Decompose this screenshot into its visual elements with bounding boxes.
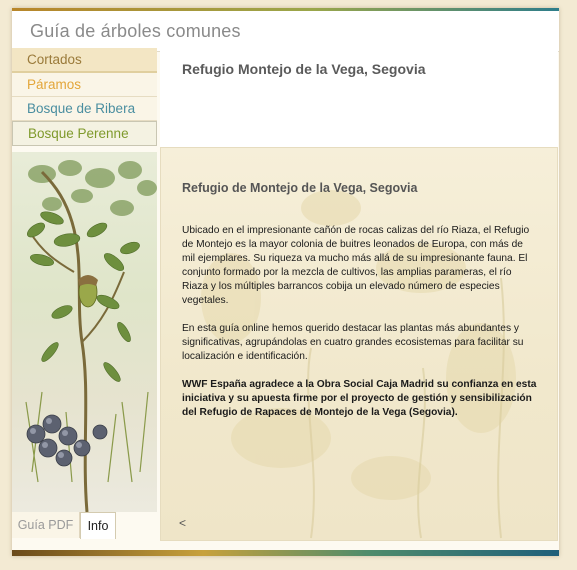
intro-paragraph: Ubicado en el impresionante cañón de roc… [182, 225, 530, 306]
page-title-panel: Refugio Montejo de la Vega, Segovia [160, 51, 558, 147]
app-header: Guía de árboles comunes [12, 11, 559, 52]
plant-illustration-icon [25, 160, 157, 512]
nav-item-paramos[interactable]: Páramos [12, 73, 157, 97]
ecosystem-nav: Cortados Páramos Bosque de Ribera Bosque… [12, 48, 157, 146]
nav-item-cortados[interactable]: Cortados [12, 48, 157, 73]
tab-info[interactable]: Info [80, 512, 116, 539]
botanical-illustration [12, 152, 157, 512]
nav-item-bosque-perenne[interactable]: Bosque Perenne [12, 121, 157, 146]
app-frame: Guía de árboles comunes Cortados Páramos… [12, 8, 559, 556]
content-panel: Refugio de Montejo de la Vega, Segovia U… [160, 147, 558, 541]
guide-paragraph: En esta guía online hemos querido destac… [182, 323, 524, 362]
nav-item-bosque-ribera[interactable]: Bosque de Ribera [12, 97, 157, 121]
app-title: Guía de árboles comunes [30, 21, 241, 41]
page-title: Refugio Montejo de la Vega, Segovia [182, 61, 426, 77]
acknowledgment-paragraph: WWF España agradece a la Obra Social Caj… [182, 379, 537, 418]
content-heading: Refugio de Montejo de la Vega, Segovia [182, 181, 418, 195]
previous-arrow-button[interactable]: < [179, 516, 186, 530]
tab-guia-pdf[interactable]: Guía PDF [12, 512, 80, 538]
bottom-accent-bar [12, 550, 559, 556]
